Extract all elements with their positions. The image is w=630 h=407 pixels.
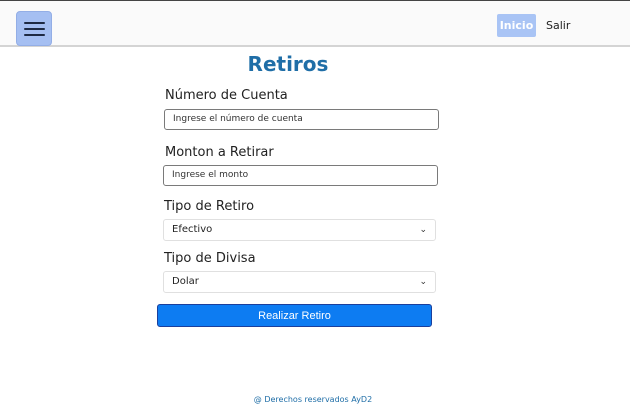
account-number-label: Número de Cuenta: [165, 88, 288, 103]
amount-input[interactable]: Ingrese el monto: [163, 165, 438, 186]
nav-link-inicio[interactable]: Inicio: [497, 14, 536, 37]
nav-link-salir[interactable]: Salir: [546, 14, 570, 37]
footer-copyright: @ Derechos reservados AyD2: [253, 395, 373, 404]
currency-label: Tipo de Divisa: [164, 251, 256, 266]
chevron-down-icon: ⌄: [419, 225, 427, 235]
navbar: Inicio Salir: [0, 1, 630, 47]
currency-value: Dolar: [172, 276, 199, 287]
page-title: Retiros: [247, 52, 329, 76]
account-number-input[interactable]: Ingrese el número de cuenta: [164, 109, 439, 130]
amount-label: Monton a Retirar: [165, 145, 274, 160]
submit-withdrawal-button[interactable]: Realizar Retiro: [157, 304, 432, 327]
withdraw-type-value: Efectivo: [172, 224, 213, 235]
currency-select[interactable]: Dolar ⌄: [163, 271, 436, 293]
menu-button[interactable]: [16, 11, 52, 46]
withdraw-type-label: Tipo de Retiro: [164, 199, 255, 214]
chevron-down-icon: ⌄: [419, 277, 427, 287]
withdraw-type-select[interactable]: Efectivo ⌄: [163, 219, 436, 241]
